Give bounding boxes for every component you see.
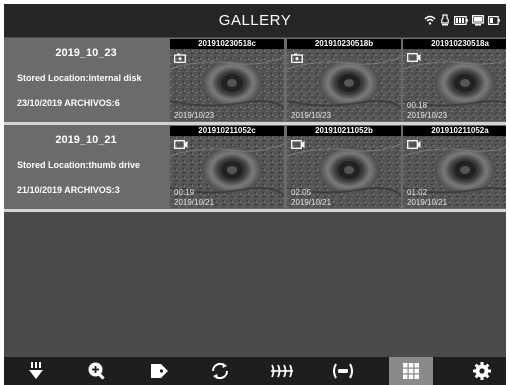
- media-thumbnail[interactable]: 201910211052c 00:19 2019/10/21: [170, 126, 284, 208]
- group-location: Stored Location:thumb drive: [17, 160, 141, 170]
- zoom-in-icon: [88, 362, 105, 380]
- record-icon: [333, 363, 353, 379]
- media-thumbnail[interactable]: 201910230518c 2019/10/23: [170, 39, 284, 121]
- thumbnail-date: 2019/10/23: [174, 111, 215, 120]
- thumbnail-filename: 201910211052c: [170, 126, 284, 136]
- record-button[interactable]: [321, 357, 365, 385]
- row-divider: [4, 209, 506, 212]
- media-thumbnail[interactable]: 201910230518a 00:18 2019/10/23: [403, 39, 506, 121]
- wifi-icon: [424, 15, 436, 25]
- thumbnail-date: 2019/10/23: [291, 111, 332, 120]
- thumbnail-duration: 00:19: [174, 188, 195, 197]
- video-icon: [407, 53, 421, 62]
- group-date: 2019_10_21: [55, 134, 117, 146]
- thumbnail-date: 2019/10/21: [407, 198, 448, 207]
- light-icon: [29, 362, 43, 379]
- gallery-group-row[interactable]: 2019_10_23 Stored Location:internal disk…: [4, 38, 506, 122]
- video-icon: [291, 140, 305, 149]
- header-bar: GALLERY: [4, 4, 506, 37]
- video-icon: [407, 140, 421, 149]
- thumbnail-date: 2019/10/23: [407, 111, 448, 120]
- thumbnail-filename: 201910230518a: [403, 39, 506, 49]
- settings-button[interactable]: [460, 357, 504, 385]
- media-thumbnail[interactable]: 201910230518b 2019/10/23: [287, 39, 401, 121]
- thumbnail-filename: 201910211052a: [403, 126, 506, 136]
- gallery-group-row[interactable]: 2019_10_21 Stored Location:thumb drive 2…: [4, 125, 506, 209]
- light-button[interactable]: [14, 357, 58, 385]
- lamp-icon: [441, 14, 449, 26]
- gallery-screen: GALLERY 2019_10_23 Stored Location:inter…: [4, 4, 506, 385]
- group-info: 2019_10_23 Stored Location:internal disk…: [4, 38, 168, 122]
- monitor-icon: [472, 14, 484, 26]
- thumbnail-filename: 201910230518b: [287, 39, 401, 49]
- thumbnail-filename: 201910211052b: [287, 126, 401, 136]
- battery-icon: [454, 15, 468, 25]
- thumbnail-date: 2019/10/21: [174, 198, 215, 207]
- group-location: Stored Location:internal disk: [17, 73, 142, 83]
- filter-icon: [271, 364, 293, 378]
- bottom-toolbar: [4, 357, 506, 385]
- rotate-icon: [211, 362, 229, 380]
- thumbnail-filename: 201910230518c: [170, 39, 284, 49]
- gallery-grid-icon: [403, 363, 419, 379]
- rotate-button[interactable]: [198, 357, 242, 385]
- gallery-grid-button[interactable]: [389, 357, 433, 385]
- filter-button[interactable]: [260, 357, 304, 385]
- tag-icon: [151, 364, 168, 378]
- status-icons: [424, 14, 500, 26]
- group-file-count: 23/10/2019 ARCHIVOS:6: [17, 98, 120, 108]
- thumbnail-duration: 02:05: [291, 188, 312, 197]
- group-date: 2019_10_23: [55, 47, 117, 59]
- thumbnail-duration: 00:18: [407, 101, 428, 110]
- thumbnail-duration: 01:02: [407, 188, 428, 197]
- group-file-count: 21/10/2019 ARCHIVOS:3: [17, 185, 120, 195]
- photo-icon: [174, 53, 186, 63]
- video-icon: [174, 140, 188, 149]
- thumbnail-date: 2019/10/21: [291, 198, 332, 207]
- media-thumbnail[interactable]: 201910211052b 02:05 2019/10/21: [287, 126, 401, 208]
- photo-icon: [291, 53, 303, 63]
- tag-button[interactable]: [137, 357, 181, 385]
- zoom-in-button[interactable]: [75, 357, 119, 385]
- group-info: 2019_10_21 Stored Location:thumb drive 2…: [4, 125, 168, 209]
- settings-icon: [473, 362, 491, 380]
- media-thumbnail[interactable]: 201910211052a 01:02 2019/10/21: [403, 126, 506, 208]
- battery-small-icon: [488, 15, 500, 25]
